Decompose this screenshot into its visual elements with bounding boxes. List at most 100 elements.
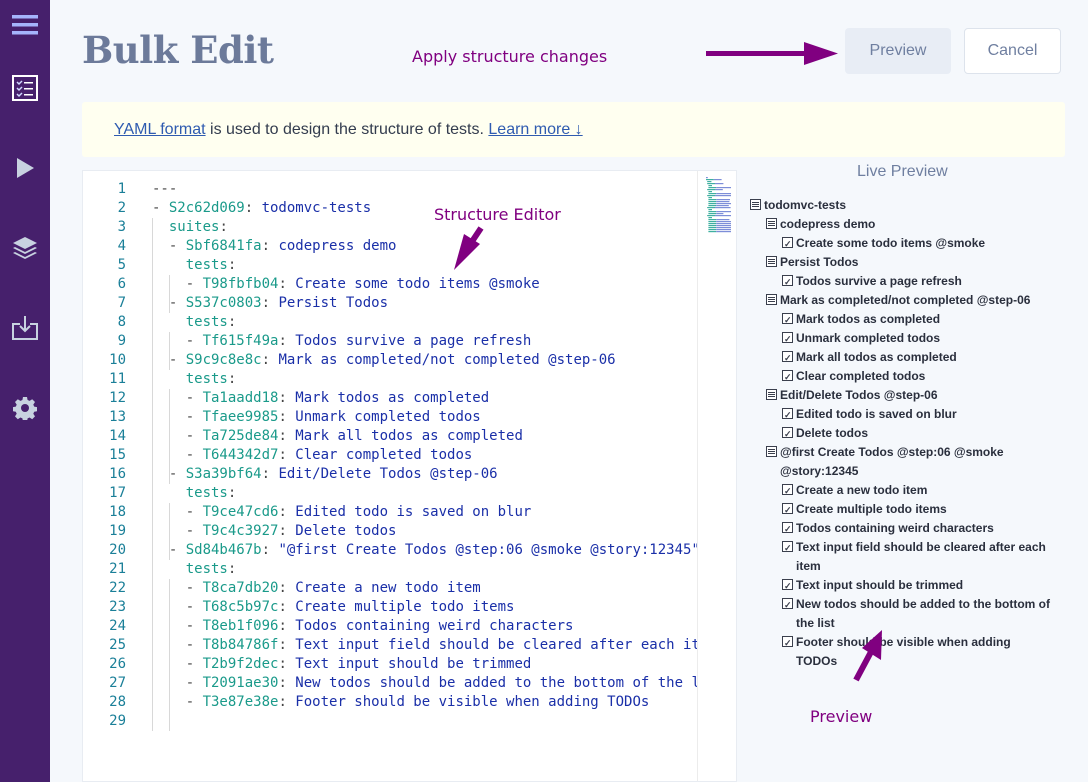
line-content: - T2b9f2dec: Text input should be trimme… (152, 655, 532, 674)
code-line[interactable]: 6 - T98fbfb04: Create some todo items @s… (83, 275, 697, 294)
code-line[interactable]: 8 tests: (83, 313, 697, 332)
token-sep: : (261, 542, 279, 558)
suite-icon (766, 446, 777, 457)
token-dash: - (168, 238, 186, 254)
token-sep: : (278, 523, 296, 539)
tree-test-label: Todos survive a page refresh (796, 274, 962, 288)
token-key: Tfaee9985 (202, 409, 279, 425)
code-line[interactable]: 22 - T8ca7db20: Create a new todo item (83, 579, 697, 598)
token-sep: : (278, 390, 296, 406)
code-line[interactable]: 28 - T3e87e38e: Footer should be visible… (83, 693, 697, 712)
token-key: tests (185, 257, 228, 273)
code-line[interactable]: 3 suites: (83, 218, 697, 237)
minimap-mark (708, 211, 717, 213)
tree-suite: Persist Todos (750, 253, 1050, 272)
minimap-mark (708, 205, 717, 207)
code-line[interactable]: 5 tests: (83, 256, 697, 275)
tree-test: Delete todos (750, 424, 1050, 444)
sidebar-item-runs[interactable] (0, 148, 50, 188)
tree-test: Edited todo is saved on blur (750, 405, 1050, 425)
tree-test: Mark all todos as completed (750, 348, 1050, 368)
cancel-button[interactable]: Cancel (964, 28, 1061, 74)
token-dash: - (168, 295, 186, 311)
token-sep: : (278, 637, 296, 653)
code-line[interactable]: 19 - T9c4c3927: Delete todos (83, 522, 697, 541)
sidebar-item-import[interactable] (0, 308, 50, 348)
line-content: - T3e87e38e: Footer should be visible wh… (152, 693, 650, 712)
line-number: 6 (117, 276, 126, 292)
line-number: 23 (109, 599, 126, 615)
editor-minimap[interactable] (697, 171, 736, 781)
minimap-mark (708, 229, 717, 231)
tree-test: Create some todo items @smoke (750, 234, 1050, 254)
code-line[interactable]: 7 - S537c0803: Persist Todos (83, 294, 697, 313)
code-line[interactable]: 27 - T2091ae30: New todos should be adde… (83, 674, 700, 693)
token-key: T8eb1f096 (202, 618, 279, 634)
code-line[interactable]: 14 - Ta725de84: Mark all todos as comple… (83, 427, 697, 446)
tree-test: Text input should be trimmed (750, 576, 1050, 596)
minimap-mark (708, 203, 717, 205)
yaml-format-link[interactable]: YAML format (114, 121, 206, 139)
code-line[interactable]: 24 - T8eb1f096: Todos containing weird c… (83, 617, 697, 636)
code-line[interactable]: 29 (83, 712, 697, 731)
code-line[interactable]: 26 - T2b9f2dec: Text input should be tri… (83, 655, 697, 674)
sidebar-item-settings[interactable] (0, 388, 50, 428)
code-line[interactable]: 12 - Ta1aadd18: Mark todos as completed (83, 389, 697, 408)
code-line[interactable]: 20 - Sd84b467b: "@first Create Todos @st… (83, 541, 700, 560)
code-line[interactable]: 9 - Tf615f49a: Todos survive a page refr… (83, 332, 697, 351)
line-number: 14 (109, 428, 126, 444)
minimap-mark (708, 227, 717, 229)
tree-test: Unmark completed todos (750, 329, 1050, 349)
code-line[interactable]: 10 - S9c9c8e8c: Mark as completed/not co… (83, 351, 697, 370)
line-content: - T98fbfb04: Create some todo items @smo… (152, 275, 540, 294)
sidebar-item-layers[interactable] (0, 228, 50, 268)
code-line[interactable]: 23 - T68c5b97c: Create multiple todo ite… (83, 598, 697, 617)
notice-text: is used to design the structure of tests… (205, 120, 489, 138)
token-dash: - (168, 542, 186, 558)
minimap-mark (708, 209, 712, 211)
line-content: tests: (152, 370, 237, 389)
code-line[interactable]: 1 --- (83, 180, 697, 199)
code-line[interactable]: 4 - Sbf6841fa: codepress demo (83, 237, 697, 256)
line-number: 20 (109, 542, 126, 558)
line-number: 2 (117, 200, 126, 216)
code-line[interactable]: 17 tests: (83, 484, 697, 503)
minimap-mark (708, 191, 712, 193)
structure-editor[interactable]: 1 --- 2- S2c62d069: todomvc-tests 3 suites:… (82, 170, 737, 782)
code-line[interactable]: 13 - Tfaee9985: Unmark completed todos (83, 408, 697, 427)
token-dash: - (185, 504, 203, 520)
token-sep: : (261, 238, 279, 254)
token-sep: : (261, 466, 279, 482)
page-title: Bulk Edit (82, 28, 274, 72)
suite-icon (766, 218, 777, 229)
tree-root-suite: todomvc-tests (750, 196, 1050, 215)
code-line[interactable]: 2 - S2c62d069: todomvc-tests (83, 199, 697, 218)
sidebar-item-tests[interactable] (0, 68, 50, 108)
token-key: S3a39bf64 (185, 466, 262, 482)
minimap-mark (716, 225, 731, 227)
line-number: 8 (117, 314, 126, 330)
tree-test-label: Create multiple todo items (796, 502, 947, 516)
token-val: Persist Todos (278, 295, 389, 311)
code-line[interactable]: 21 tests: (83, 560, 697, 579)
preview-button[interactable]: Preview (845, 28, 951, 74)
code-lines[interactable]: 1 --- 2- S2c62d069: todomvc-tests 3 suites:… (83, 180, 700, 731)
code-line[interactable]: 25 - T8b84786f: Text input field should … (83, 636, 700, 655)
menu-button[interactable] (0, 5, 50, 45)
token-val: Mark all todos as completed (295, 428, 523, 444)
token-key: S9c9c8e8c (185, 352, 262, 368)
code-line[interactable]: 15 - T644342d7: Clear completed todos (83, 446, 697, 465)
tree-suite-label: Persist Todos (780, 255, 859, 269)
code-line[interactable]: 16 - S3a39bf64: Edit/Delete Todos @step-… (83, 465, 697, 484)
test-checkbox-icon (782, 273, 793, 292)
annotation-apply-changes: Apply structure changes (412, 47, 608, 66)
learn-more-link[interactable]: Learn more ↓ (488, 121, 582, 139)
token-sep: : (278, 599, 296, 615)
token-dash: - (185, 599, 203, 615)
code-line[interactable]: 11 tests: (83, 370, 697, 389)
code-line[interactable]: 18 - T9ce47cd6: Edited todo is saved on … (83, 503, 697, 522)
token-key: T9ce47cd6 (202, 504, 279, 520)
